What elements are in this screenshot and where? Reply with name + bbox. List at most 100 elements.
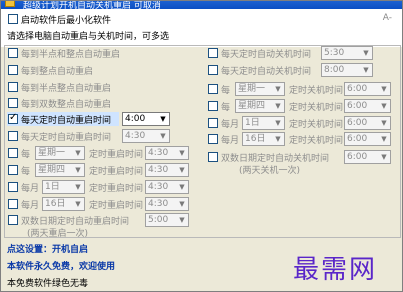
- weekly-restart-2-prefix: 每: [21, 167, 31, 177]
- monthly-shutdown-1-day-value: 1日: [245, 118, 260, 128]
- chevron-down-icon: ▼: [275, 135, 281, 143]
- weekly-restart-2-checkbox[interactable]: [8, 165, 18, 175]
- monthly-shutdown-1-prefix: 每月: [221, 120, 240, 130]
- weekly-shutdown-2-time-select[interactable]: 6:00 ▼: [344, 99, 391, 113]
- monthly-shutdown-1-time-select[interactable]: 6:00 ▼: [344, 116, 391, 130]
- main-window: 超级计划开机自动关机重启 可取消 启动软件后最小化软件 请选择电脑自动重启与关机…: [0, 0, 403, 292]
- weekly-shutdown-1-prefix: 每: [221, 86, 231, 96]
- monthly-shutdown-2-time-value: 6:00: [347, 134, 368, 144]
- weekly-shutdown-2-time-value: 6:00: [347, 101, 368, 111]
- even-day-shutdown-time-value: 6:00: [347, 152, 368, 162]
- monthly-restart-2-day-select[interactable]: 16日 ▼: [42, 197, 85, 211]
- weekly-restart-2-time-value: 4:30: [148, 165, 169, 175]
- daily-restart-1-time-value: 4:00: [125, 114, 146, 124]
- restart-even-hour-checkbox[interactable]: [8, 98, 18, 108]
- chevron-down-icon: ▼: [381, 119, 387, 127]
- weekly-restart-1-day-select[interactable]: 星期一 ▼: [35, 146, 85, 160]
- chevron-down-icon: ▼: [179, 183, 185, 191]
- monthly-restart-1-day-value: 1日: [45, 182, 60, 192]
- daily-restart-1-label: 每天定时自动重启时间: [21, 116, 112, 126]
- chevron-down-icon: ▼: [179, 149, 185, 157]
- restart-half-and-hour-checkbox[interactable]: [8, 48, 18, 58]
- monthly-restart-1-time-value: 4:30: [148, 182, 169, 192]
- safe-software-note: 本免费软件绿色无毒: [7, 279, 89, 289]
- chevron-down-icon: ▼: [179, 216, 185, 224]
- daily-shutdown-2-label: 每天定时自动关机时间: [221, 67, 312, 77]
- chevron-down-icon: ▼: [275, 102, 281, 110]
- daily-restart-2-label: 每天定时自动重启时间: [21, 133, 112, 143]
- monthly-shutdown-2-day-select[interactable]: 16日 ▼: [242, 132, 285, 146]
- restart-on-hour-label: 每到整点自动重启: [21, 67, 94, 77]
- weekly-restart-1-label: 定时重启时间: [89, 150, 144, 160]
- weekly-shutdown-2-day-select[interactable]: 星期四 ▼: [235, 99, 285, 113]
- weekly-restart-1-time-value: 4:30: [148, 148, 169, 158]
- daily-restart-2-checkbox[interactable]: [8, 131, 18, 141]
- weekly-restart-2-day-select[interactable]: 星期四 ▼: [35, 163, 85, 177]
- monthly-restart-2-checkbox[interactable]: [8, 199, 18, 209]
- daily-shutdown-2-time-select[interactable]: 8:00 ▼: [321, 63, 373, 77]
- app-icon: [5, 1, 15, 7]
- chevron-down-icon: ▼: [75, 200, 81, 208]
- autostart-setting-link[interactable]: 点这设置：开机自启: [7, 242, 88, 255]
- monthly-shutdown-2-checkbox[interactable]: [208, 134, 218, 144]
- free-software-note: 本软件永久免费，欢迎使用: [7, 262, 116, 272]
- daily-shutdown-2-checkbox[interactable]: [208, 65, 218, 75]
- even-day-restart-time-select[interactable]: 5:00 ▼: [145, 213, 189, 227]
- daily-shutdown-1-checkbox[interactable]: [208, 48, 218, 58]
- chevron-down-icon: ▼: [275, 85, 281, 93]
- monthly-restart-1-time-select[interactable]: 4:30 ▼: [145, 180, 189, 194]
- instruction-text: 请选择电脑自动重启与关机时间，可多选: [7, 32, 170, 42]
- chevron-down-icon: ▼: [363, 49, 369, 57]
- chevron-down-icon: ▼: [381, 135, 387, 143]
- daily-shutdown-1-label: 每天定时自动关机时间: [221, 50, 312, 60]
- weekly-shutdown-2-checkbox[interactable]: [208, 101, 218, 111]
- weekly-restart-1-checkbox[interactable]: [8, 148, 18, 158]
- daily-shutdown-1-time-select[interactable]: 5:30 ▼: [321, 46, 373, 60]
- monthly-shutdown-2-label: 定时关机时间: [289, 136, 344, 146]
- monthly-shutdown-2-prefix: 每月: [221, 136, 240, 146]
- weekly-shutdown-1-label: 定时关机时间: [289, 86, 344, 96]
- even-day-shutdown-checkbox[interactable]: [208, 152, 218, 162]
- minimize-on-start-label: 启动软件后最小化软件: [21, 16, 112, 26]
- monthly-shutdown-1-day-select[interactable]: 1日 ▼: [242, 116, 285, 130]
- monthly-shutdown-2-time-select[interactable]: 6:00 ▼: [344, 132, 391, 146]
- weekly-restart-2-label: 定时重启时间: [89, 167, 144, 177]
- weekly-shutdown-1-time-select[interactable]: 6:00 ▼: [344, 82, 391, 96]
- restart-half-and-hour-label: 每到半点和整点自动重启: [21, 50, 121, 60]
- weekly-shutdown-1-day-value: 星期一: [238, 84, 266, 94]
- daily-restart-1-time-select[interactable]: 4:00 ▼: [122, 112, 170, 126]
- chevron-down-icon: ▼: [275, 119, 281, 127]
- even-day-shutdown-time-select[interactable]: 6:00 ▼: [344, 150, 391, 164]
- weekly-shutdown-1-day-select[interactable]: 星期一 ▼: [235, 82, 285, 96]
- even-day-shutdown-note: (两天关机一次): [239, 166, 301, 176]
- restart-half-and-full-checkbox[interactable]: [8, 82, 18, 92]
- monthly-shutdown-1-label: 定时关机时间: [289, 120, 344, 130]
- monthly-shutdown-1-checkbox[interactable]: [208, 118, 218, 128]
- weekly-restart-1-day-value: 星期一: [38, 148, 66, 158]
- chevron-down-icon: ▼: [160, 132, 166, 140]
- weekly-shutdown-2-prefix: 每: [221, 103, 231, 113]
- weekly-restart-2-day-value: 星期四: [38, 165, 66, 175]
- monthly-shutdown-1-time-value: 6:00: [347, 118, 368, 128]
- chevron-down-icon: ▼: [381, 85, 387, 93]
- minimize-on-start-checkbox[interactable]: [8, 14, 18, 24]
- font-size-icon[interactable]: A-: [383, 13, 392, 23]
- daily-restart-2-time-value: 4:30: [125, 131, 146, 141]
- monthly-restart-1-day-select[interactable]: 1日 ▼: [42, 180, 85, 194]
- weekly-shutdown-1-checkbox[interactable]: [208, 84, 218, 94]
- daily-restart-2-time-select[interactable]: 4:30 ▼: [122, 129, 170, 143]
- monthly-restart-2-time-select[interactable]: 4:30 ▼: [145, 197, 189, 211]
- monthly-restart-1-prefix: 每月: [21, 184, 40, 194]
- even-day-restart-checkbox[interactable]: [8, 215, 18, 225]
- monthly-restart-1-checkbox[interactable]: [8, 182, 18, 192]
- title-bar: 超级计划开机自动关机重启 可取消: [1, 1, 402, 11]
- weekly-restart-1-time-select[interactable]: 4:30 ▼: [145, 146, 189, 160]
- weekly-restart-2-time-select[interactable]: 4:30 ▼: [145, 163, 189, 177]
- chevron-down-icon: ▼: [160, 115, 166, 123]
- chevron-down-icon: ▼: [75, 149, 81, 157]
- daily-restart-1-checkbox[interactable]: [8, 112, 18, 124]
- even-day-restart-note: (两天重启一次): [27, 229, 89, 239]
- weekly-restart-1-prefix: 每: [21, 150, 31, 160]
- monthly-restart-2-prefix: 每月: [21, 201, 40, 211]
- restart-on-hour-checkbox[interactable]: [8, 65, 18, 75]
